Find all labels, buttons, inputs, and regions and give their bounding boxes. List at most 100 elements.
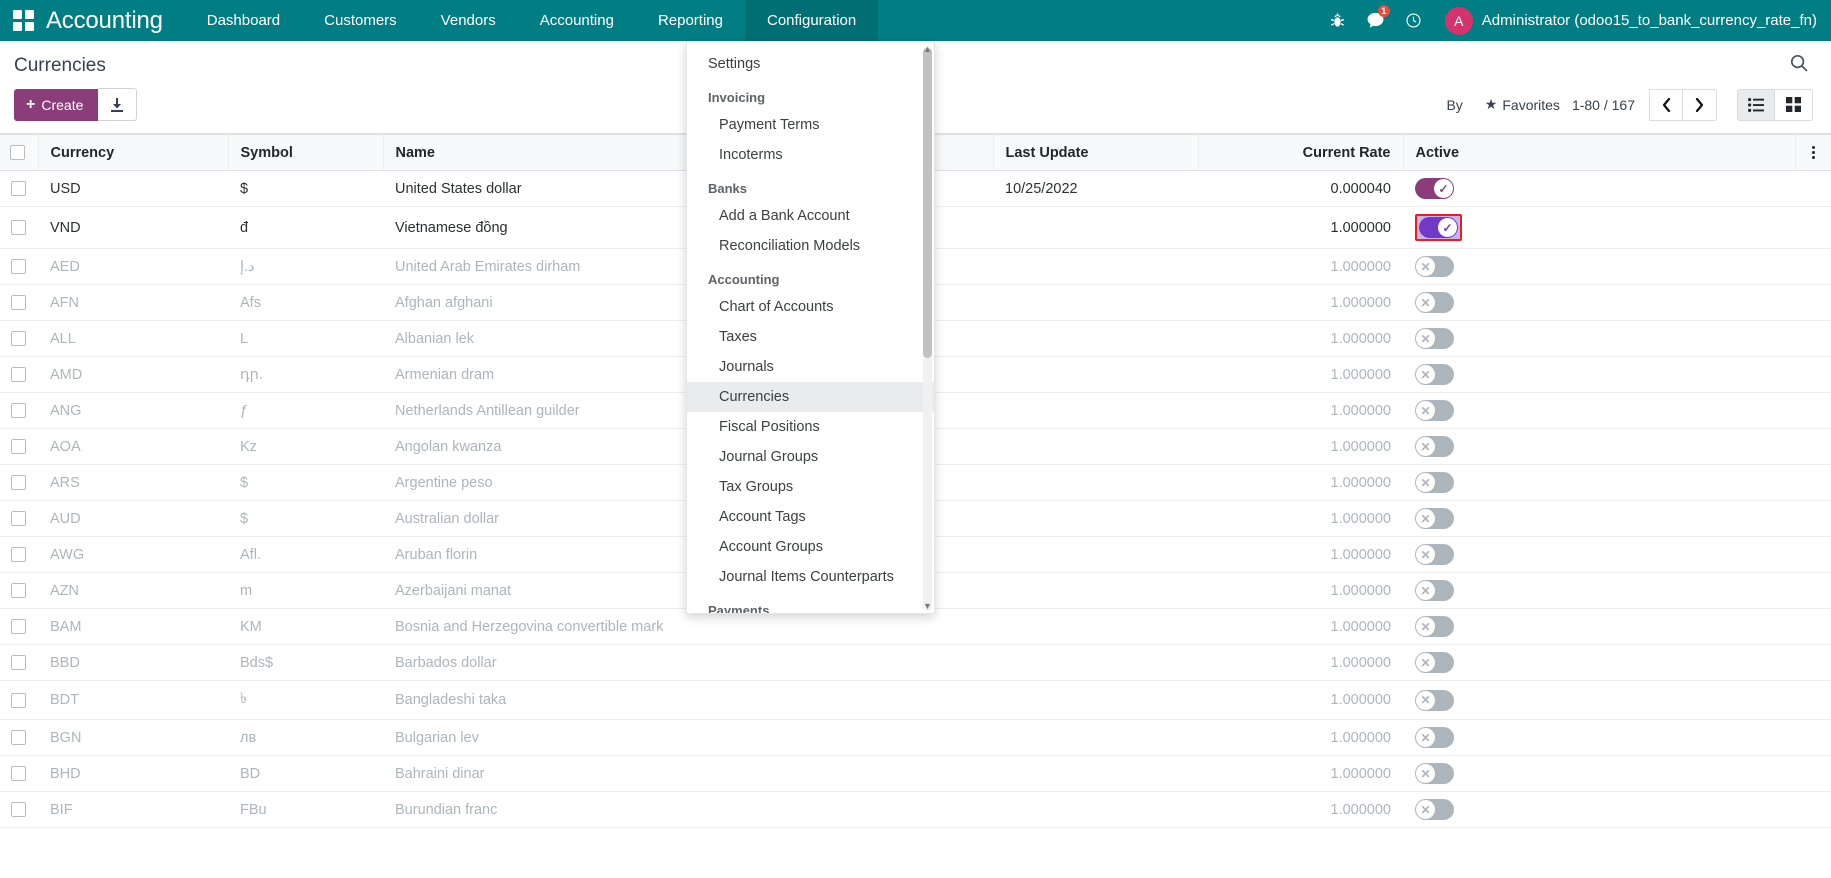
cell-active[interactable]: ✕ [1403,320,1795,357]
column-header-last-update[interactable]: Last Update [993,134,1199,171]
select-all-checkbox[interactable] [10,145,26,161]
row-select-cell[interactable] [0,392,38,429]
dropdown-item-reconciliation-models[interactable]: Reconciliation Models [687,231,934,261]
dropdown-item-fiscal-positions[interactable]: Fiscal Positions [687,412,934,442]
active-toggle[interactable]: ✕ [1415,616,1454,637]
dropdown-item-settings[interactable]: Settings [687,49,934,79]
dropdown-item-journals[interactable]: Journals [687,352,934,382]
cell-active[interactable]: ✕ [1403,500,1795,537]
row-checkbox[interactable] [10,547,26,563]
row-checkbox[interactable] [10,655,26,671]
cell-active[interactable]: ✕ [1403,644,1795,681]
user-name-label[interactable]: Administrator (odoo15_to_bank_currency_r… [1482,12,1817,29]
column-header-symbol[interactable]: Symbol [228,134,384,171]
active-toggle[interactable]: ✓ [1419,217,1458,238]
active-toggle[interactable]: ✕ [1415,292,1454,313]
row-select-cell[interactable] [0,284,38,321]
row-select-cell[interactable] [0,791,38,828]
dropdown-item-chart-of-accounts[interactable]: Chart of Accounts [687,292,934,322]
row-select-cell[interactable] [0,428,38,465]
activities-clock-icon[interactable] [1395,0,1433,41]
column-header-current-rate[interactable]: Current Rate [1198,134,1404,171]
table-row[interactable]: BHD BD Bahraini dinar 1.000000 ✕ [0,755,1831,792]
row-select-cell[interactable] [0,608,38,645]
row-select-cell[interactable] [0,536,38,573]
create-button[interactable]: + Create [14,88,99,121]
menu-accounting[interactable]: Accounting [518,0,636,41]
dropdown-item-journal-groups[interactable]: Journal Groups [687,442,934,472]
row-checkbox[interactable] [10,331,26,347]
favorites-button[interactable]: ★ Favorites [1485,96,1560,113]
messaging-icon[interactable]: 1 [1357,0,1395,41]
row-select-cell[interactable] [0,572,38,609]
vertical-dots-icon[interactable] [1795,134,1831,171]
cell-active[interactable]: ✕ [1403,755,1795,792]
active-toggle[interactable]: ✕ [1415,328,1454,349]
dropdown-item-journal-items-counterparts[interactable]: Journal Items Counterparts [687,562,934,592]
row-checkbox[interactable] [10,583,26,599]
dropdown-item-account-tags[interactable]: Account Tags [687,502,934,532]
dropdown-item-payment-terms[interactable]: Payment Terms [687,110,934,140]
row-checkbox[interactable] [10,619,26,635]
row-select-cell[interactable] [0,206,38,249]
menu-dashboard[interactable]: Dashboard [185,0,302,41]
list-view-icon[interactable] [1737,88,1775,121]
dropdown-item-add-a-bank-account[interactable]: Add a Bank Account [687,201,934,231]
row-checkbox[interactable] [10,511,26,527]
cell-active[interactable]: ✓ [1403,206,1795,249]
row-checkbox[interactable] [10,730,26,746]
row-checkbox[interactable] [10,367,26,383]
row-select-cell[interactable] [0,644,38,681]
table-row[interactable]: BBD Bds$ Barbados dollar 1.000000 ✕ [0,644,1831,681]
row-checkbox[interactable] [10,181,26,197]
table-row[interactable]: BDT ৳ Bangladeshi taka 1.000000 ✕ [0,680,1831,720]
dropdown-scrollbar-thumb[interactable] [923,48,932,358]
cell-active[interactable]: ✕ [1403,719,1795,756]
dropdown-item-currencies[interactable]: Currencies [687,382,934,412]
active-toggle[interactable]: ✕ [1415,652,1454,673]
row-checkbox[interactable] [10,439,26,455]
search-icon[interactable] [1785,51,1813,80]
cell-active[interactable]: ✕ [1403,791,1795,828]
dropdown-item-taxes[interactable]: Taxes [687,322,934,352]
active-toggle[interactable]: ✕ [1415,400,1454,421]
column-header-currency[interactable]: Currency [38,134,229,171]
scroll-up-arrow-icon[interactable]: ▲ [922,44,933,54]
cell-active[interactable]: ✕ [1403,392,1795,429]
row-select-cell[interactable] [0,680,38,720]
cell-active[interactable]: ✕ [1403,464,1795,501]
row-checkbox[interactable] [10,802,26,818]
column-header-active[interactable]: Active [1403,134,1796,171]
active-toggle[interactable]: ✕ [1415,799,1454,820]
avatar[interactable]: A [1444,6,1473,35]
cell-active[interactable]: ✕ [1403,356,1795,393]
row-checkbox[interactable] [10,220,26,236]
row-select-cell[interactable] [0,170,38,207]
apps-grid-icon[interactable] [0,0,46,41]
cell-active[interactable]: ✕ [1403,428,1795,465]
cell-active[interactable]: ✕ [1403,536,1795,573]
app-brand-title[interactable]: Accounting [46,7,185,35]
debug-bug-icon[interactable] [1319,0,1357,41]
active-toggle[interactable]: ✕ [1415,580,1454,601]
active-toggle[interactable]: ✕ [1415,436,1454,457]
active-toggle[interactable]: ✕ [1415,472,1454,493]
row-checkbox[interactable] [10,403,26,419]
pager-next-button[interactable] [1683,88,1717,121]
row-select-cell[interactable] [0,320,38,357]
import-download-icon[interactable] [98,88,138,121]
menu-reporting[interactable]: Reporting [636,0,745,41]
active-toggle[interactable]: ✕ [1415,544,1454,565]
row-checkbox[interactable] [10,766,26,782]
scroll-down-arrow-icon[interactable]: ▼ [922,601,933,611]
breadcrumb[interactable]: Currencies [14,55,106,77]
pager-previous-button[interactable] [1649,88,1683,121]
row-checkbox[interactable] [10,475,26,491]
row-checkbox[interactable] [10,295,26,311]
cell-active[interactable]: ✕ [1403,248,1795,285]
active-toggle[interactable]: ✕ [1415,256,1454,277]
row-checkbox[interactable] [10,692,26,708]
table-row[interactable]: BGN лв Bulgarian lev 1.000000 ✕ [0,719,1831,756]
dropdown-item-tax-groups[interactable]: Tax Groups [687,472,934,502]
cell-active[interactable]: ✕ [1403,284,1795,321]
